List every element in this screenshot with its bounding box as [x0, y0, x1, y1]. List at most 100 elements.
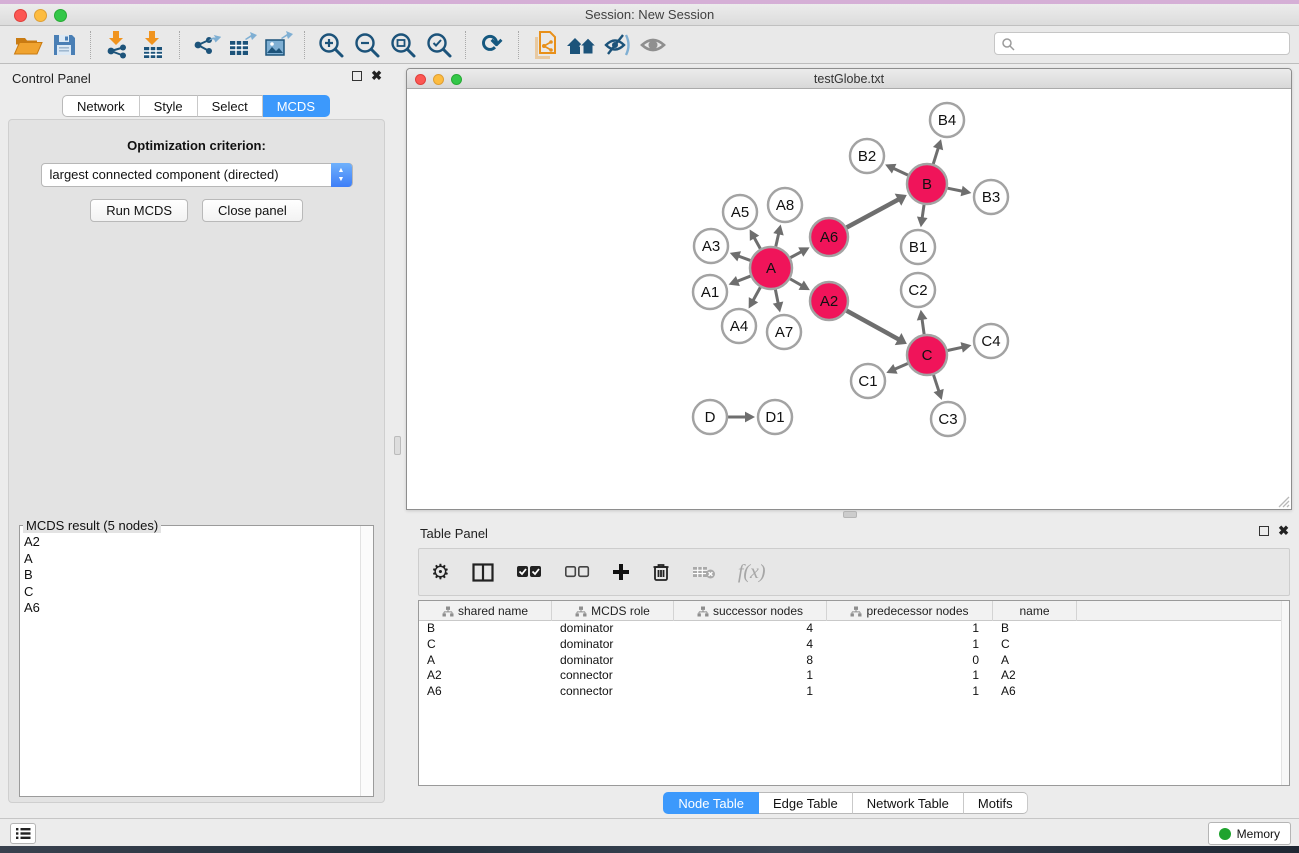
import-network-icon[interactable] [99, 29, 135, 61]
mcds-result-item[interactable]: A6 [24, 600, 373, 617]
control-panel-header: Control Panel ✖ [0, 65, 392, 91]
show-eye-icon[interactable] [635, 29, 671, 61]
settings-gear-icon[interactable]: ⚙ [431, 555, 450, 589]
table-row[interactable]: A2connector11A2 [419, 668, 1289, 684]
network-view-title: testGlobe.txt [407, 72, 1291, 86]
column-header-shared-name[interactable]: shared name [419, 601, 552, 621]
table-cell: connector [552, 684, 674, 700]
svg-text:A2: A2 [820, 293, 838, 310]
refresh-icon[interactable]: ⟳ [474, 29, 510, 61]
task-history-button[interactable] [10, 823, 36, 844]
mcds-result-item[interactable]: C [24, 584, 373, 601]
criterion-dropdown[interactable]: largest connected component (directed) ▲… [41, 163, 353, 187]
zoom-in-icon[interactable] [313, 29, 349, 61]
graph-node-D1[interactable]: D1 [758, 400, 792, 434]
tab-network-table[interactable]: Network Table [853, 792, 964, 814]
graph-node-A5[interactable]: A5 [723, 195, 757, 229]
import-table-icon[interactable] [135, 29, 171, 61]
graph-node-A2[interactable]: A2 [810, 282, 848, 320]
column-header-name[interactable]: name [993, 601, 1077, 621]
graph-node-C3[interactable]: C3 [931, 402, 965, 436]
resize-grip-icon[interactable] [1277, 495, 1290, 508]
delete-table-icon[interactable] [692, 555, 716, 589]
mcds-result-item[interactable]: B [24, 567, 373, 584]
home-icon[interactable] [563, 29, 599, 61]
svg-text:A3: A3 [702, 238, 720, 255]
graph-node-B[interactable]: B [907, 164, 947, 204]
vertical-splitter-handle[interactable] [394, 436, 401, 455]
graph-node-C4[interactable]: C4 [974, 324, 1008, 358]
export-network-icon[interactable] [188, 29, 224, 61]
float-table-panel-icon[interactable] [1259, 526, 1269, 536]
close-table-panel-icon[interactable]: ✖ [1278, 526, 1289, 536]
mcds-list-scrollbar[interactable] [360, 526, 373, 796]
table-row[interactable]: A6connector11A6 [419, 684, 1289, 700]
svg-text:C1: C1 [858, 373, 877, 390]
table-scrollbar[interactable] [1281, 601, 1289, 785]
table-cell: 0 [827, 653, 993, 669]
graph-node-B3[interactable]: B3 [974, 180, 1008, 214]
deselect-all-icon[interactable] [564, 555, 590, 589]
tab-network[interactable]: Network [62, 95, 140, 117]
save-session-icon[interactable] [46, 29, 82, 61]
graph-node-A1[interactable]: A1 [693, 275, 727, 309]
run-mcds-button[interactable]: Run MCDS [90, 199, 188, 222]
add-column-icon[interactable] [612, 555, 630, 589]
zoom-fit-icon[interactable] [385, 29, 421, 61]
zoom-selected-icon[interactable] [421, 29, 457, 61]
float-panel-icon[interactable] [352, 71, 362, 81]
search-field[interactable] [994, 32, 1290, 55]
open-file-icon[interactable] [10, 29, 46, 61]
horizontal-splitter-handle[interactable] [843, 511, 857, 518]
svg-text:A4: A4 [730, 318, 748, 335]
table-row[interactable]: Cdominator41C [419, 637, 1289, 653]
graph-node-B2[interactable]: B2 [850, 139, 884, 173]
mcds-result-item[interactable]: A2 [24, 534, 373, 551]
network-from-selection-icon[interactable] [527, 29, 563, 61]
table-cell: B [419, 621, 552, 637]
graph-node-A4[interactable]: A4 [722, 309, 756, 343]
column-header-successor-nodes[interactable]: successor nodes [674, 601, 827, 621]
delete-column-icon[interactable] [652, 555, 670, 589]
export-table-icon[interactable] [224, 29, 260, 61]
tab-motifs[interactable]: Motifs [964, 792, 1028, 814]
hide-selected-icon[interactable] [599, 29, 635, 61]
memory-button[interactable]: Memory [1208, 822, 1291, 845]
table-row[interactable]: Bdominator41B [419, 621, 1289, 637]
graph-node-A6[interactable]: A6 [810, 218, 848, 256]
mcds-result-list[interactable]: A2ABCA6 [20, 526, 373, 796]
graph-node-A8[interactable]: A8 [768, 188, 802, 222]
graph-node-A7[interactable]: A7 [767, 315, 801, 349]
table-cell: A6 [993, 684, 1077, 700]
graph-node-A3[interactable]: A3 [694, 229, 728, 263]
network-canvas[interactable]: B4 B2 B B3 A8 A5 A6 A3 B1 A C2 A1 A2 A4 A7 C4 C C1 D D1 C3 [407, 89, 1291, 509]
close-panel-icon[interactable]: ✖ [371, 71, 382, 81]
search-input[interactable] [1015, 37, 1283, 51]
tab-select[interactable]: Select [198, 95, 263, 117]
column-visibility-icon[interactable] [472, 555, 494, 589]
graph-node-B1[interactable]: B1 [901, 230, 935, 264]
table-cell: 4 [674, 637, 827, 653]
function-builder-icon[interactable]: f(x) [738, 555, 766, 589]
table-cell: A2 [993, 668, 1077, 684]
export-image-icon[interactable] [260, 29, 296, 61]
graph-node-B4[interactable]: B4 [930, 103, 964, 137]
tab-node-table[interactable]: Node Table [663, 792, 759, 814]
table-row[interactable]: Adominator80A [419, 653, 1289, 669]
column-header-MCDS-role[interactable]: MCDS role [552, 601, 674, 621]
column-header-predecessor-nodes[interactable]: predecessor nodes [827, 601, 993, 621]
graph-node-D[interactable]: D [693, 400, 727, 434]
select-all-icon[interactable] [516, 555, 542, 589]
network-view-titlebar[interactable]: testGlobe.txt [407, 69, 1291, 89]
tab-mcds[interactable]: MCDS [263, 95, 330, 117]
graph-node-C[interactable]: C [907, 335, 947, 375]
graph-node-C2[interactable]: C2 [901, 273, 935, 307]
node-table: shared nameMCDS rolesuccessor nodesprede… [418, 600, 1290, 786]
graph-node-A[interactable]: A [750, 247, 792, 289]
close-panel-button[interactable]: Close panel [202, 199, 303, 222]
tab-edge-table[interactable]: Edge Table [759, 792, 853, 814]
mcds-result-item[interactable]: A [24, 551, 373, 568]
graph-node-C1[interactable]: C1 [851, 364, 885, 398]
tab-style[interactable]: Style [140, 95, 198, 117]
zoom-out-icon[interactable] [349, 29, 385, 61]
